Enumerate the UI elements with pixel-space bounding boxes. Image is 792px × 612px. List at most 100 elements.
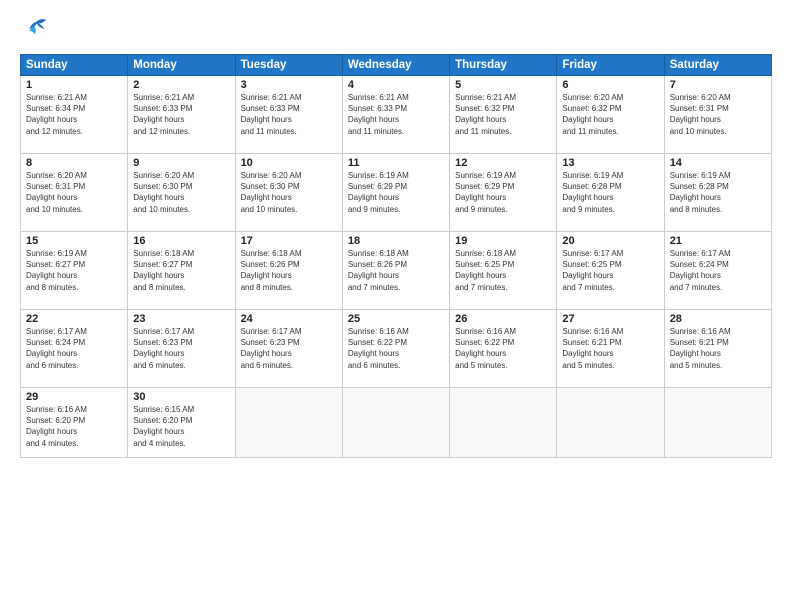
cell-details: Sunrise: 6:21 AMSunset: 6:32 PMDaylight … [455,92,551,137]
day-number: 16 [133,235,229,247]
calendar-cell: 2Sunrise: 6:21 AMSunset: 6:33 PMDaylight… [128,76,235,154]
cell-details: Sunrise: 6:21 AMSunset: 6:33 PMDaylight … [241,92,337,137]
day-header-sunday: Sunday [21,55,128,76]
cell-details: Sunrise: 6:16 AMSunset: 6:22 PMDaylight … [455,326,551,371]
day-number: 5 [455,79,551,91]
cell-details: Sunrise: 6:18 AMSunset: 6:25 PMDaylight … [455,248,551,293]
calendar-cell: 12Sunrise: 6:19 AMSunset: 6:29 PMDayligh… [450,154,557,232]
calendar-cell: 26Sunrise: 6:16 AMSunset: 6:22 PMDayligh… [450,310,557,388]
day-number: 17 [241,235,337,247]
calendar-cell: 15Sunrise: 6:19 AMSunset: 6:27 PMDayligh… [21,232,128,310]
day-number: 23 [133,313,229,325]
cell-details: Sunrise: 6:20 AMSunset: 6:31 PMDaylight … [670,92,766,137]
calendar-cell [235,388,342,458]
calendar-cell: 29Sunrise: 6:16 AMSunset: 6:20 PMDayligh… [21,388,128,458]
day-number: 24 [241,313,337,325]
calendar-cell: 3Sunrise: 6:21 AMSunset: 6:33 PMDaylight… [235,76,342,154]
header-row: SundayMondayTuesdayWednesdayThursdayFrid… [21,55,772,76]
cell-details: Sunrise: 6:19 AMSunset: 6:27 PMDaylight … [26,248,122,293]
day-number: 26 [455,313,551,325]
calendar-table: SundayMondayTuesdayWednesdayThursdayFrid… [20,54,772,458]
cell-details: Sunrise: 6:21 AMSunset: 6:33 PMDaylight … [348,92,444,137]
calendar-cell: 7Sunrise: 6:20 AMSunset: 6:31 PMDaylight… [664,76,771,154]
day-number: 21 [670,235,766,247]
calendar-cell: 28Sunrise: 6:16 AMSunset: 6:21 PMDayligh… [664,310,771,388]
cell-details: Sunrise: 6:20 AMSunset: 6:30 PMDaylight … [133,170,229,215]
calendar-cell: 21Sunrise: 6:17 AMSunset: 6:24 PMDayligh… [664,232,771,310]
day-header-tuesday: Tuesday [235,55,342,76]
calendar-cell: 10Sunrise: 6:20 AMSunset: 6:30 PMDayligh… [235,154,342,232]
calendar-cell [664,388,771,458]
day-number: 7 [670,79,766,91]
day-header-thursday: Thursday [450,55,557,76]
day-number: 6 [562,79,658,91]
cell-details: Sunrise: 6:16 AMSunset: 6:21 PMDaylight … [670,326,766,371]
calendar-cell: 6Sunrise: 6:20 AMSunset: 6:32 PMDaylight… [557,76,664,154]
day-header-wednesday: Wednesday [342,55,449,76]
day-header-saturday: Saturday [664,55,771,76]
calendar-cell [557,388,664,458]
calendar-cell: 13Sunrise: 6:19 AMSunset: 6:28 PMDayligh… [557,154,664,232]
logo-icon [20,16,48,44]
day-number: 12 [455,157,551,169]
cell-details: Sunrise: 6:17 AMSunset: 6:25 PMDaylight … [562,248,658,293]
cell-details: Sunrise: 6:15 AMSunset: 6:20 PMDaylight … [133,404,229,449]
calendar-cell [450,388,557,458]
day-number: 27 [562,313,658,325]
cell-details: Sunrise: 6:21 AMSunset: 6:34 PMDaylight … [26,92,122,137]
cell-details: Sunrise: 6:19 AMSunset: 6:28 PMDaylight … [670,170,766,215]
cell-details: Sunrise: 6:19 AMSunset: 6:29 PMDaylight … [455,170,551,215]
calendar-cell [342,388,449,458]
calendar-cell: 14Sunrise: 6:19 AMSunset: 6:28 PMDayligh… [664,154,771,232]
cell-details: Sunrise: 6:17 AMSunset: 6:24 PMDaylight … [670,248,766,293]
day-number: 10 [241,157,337,169]
day-number: 8 [26,157,122,169]
cell-details: Sunrise: 6:16 AMSunset: 6:22 PMDaylight … [348,326,444,371]
day-number: 14 [670,157,766,169]
calendar-cell: 8Sunrise: 6:20 AMSunset: 6:31 PMDaylight… [21,154,128,232]
day-number: 28 [670,313,766,325]
day-number: 2 [133,79,229,91]
calendar-week-4: 22Sunrise: 6:17 AMSunset: 6:24 PMDayligh… [21,310,772,388]
cell-details: Sunrise: 6:18 AMSunset: 6:26 PMDaylight … [241,248,337,293]
calendar-body: 1Sunrise: 6:21 AMSunset: 6:34 PMDaylight… [21,76,772,458]
day-number: 29 [26,391,122,403]
day-number: 19 [455,235,551,247]
calendar-cell: 9Sunrise: 6:20 AMSunset: 6:30 PMDaylight… [128,154,235,232]
calendar-cell: 18Sunrise: 6:18 AMSunset: 6:26 PMDayligh… [342,232,449,310]
cell-details: Sunrise: 6:17 AMSunset: 6:24 PMDaylight … [26,326,122,371]
calendar-cell: 27Sunrise: 6:16 AMSunset: 6:21 PMDayligh… [557,310,664,388]
cell-details: Sunrise: 6:21 AMSunset: 6:33 PMDaylight … [133,92,229,137]
day-number: 13 [562,157,658,169]
cell-details: Sunrise: 6:17 AMSunset: 6:23 PMDaylight … [241,326,337,371]
cell-details: Sunrise: 6:20 AMSunset: 6:31 PMDaylight … [26,170,122,215]
calendar-cell: 11Sunrise: 6:19 AMSunset: 6:29 PMDayligh… [342,154,449,232]
header [20,16,772,44]
calendar-cell: 25Sunrise: 6:16 AMSunset: 6:22 PMDayligh… [342,310,449,388]
day-number: 3 [241,79,337,91]
calendar-cell: 20Sunrise: 6:17 AMSunset: 6:25 PMDayligh… [557,232,664,310]
calendar-cell: 23Sunrise: 6:17 AMSunset: 6:23 PMDayligh… [128,310,235,388]
day-header-monday: Monday [128,55,235,76]
cell-details: Sunrise: 6:16 AMSunset: 6:21 PMDaylight … [562,326,658,371]
day-number: 22 [26,313,122,325]
calendar-cell: 17Sunrise: 6:18 AMSunset: 6:26 PMDayligh… [235,232,342,310]
calendar-cell: 30Sunrise: 6:15 AMSunset: 6:20 PMDayligh… [128,388,235,458]
page: SundayMondayTuesdayWednesdayThursdayFrid… [0,0,792,612]
cell-details: Sunrise: 6:18 AMSunset: 6:27 PMDaylight … [133,248,229,293]
calendar-cell: 24Sunrise: 6:17 AMSunset: 6:23 PMDayligh… [235,310,342,388]
calendar-cell: 19Sunrise: 6:18 AMSunset: 6:25 PMDayligh… [450,232,557,310]
day-number: 25 [348,313,444,325]
calendar-cell: 1Sunrise: 6:21 AMSunset: 6:34 PMDaylight… [21,76,128,154]
cell-details: Sunrise: 6:17 AMSunset: 6:23 PMDaylight … [133,326,229,371]
cell-details: Sunrise: 6:16 AMSunset: 6:20 PMDaylight … [26,404,122,449]
day-number: 15 [26,235,122,247]
calendar-week-2: 8Sunrise: 6:20 AMSunset: 6:31 PMDaylight… [21,154,772,232]
calendar-week-1: 1Sunrise: 6:21 AMSunset: 6:34 PMDaylight… [21,76,772,154]
cell-details: Sunrise: 6:20 AMSunset: 6:30 PMDaylight … [241,170,337,215]
cell-details: Sunrise: 6:19 AMSunset: 6:28 PMDaylight … [562,170,658,215]
day-number: 4 [348,79,444,91]
day-number: 20 [562,235,658,247]
calendar-cell: 22Sunrise: 6:17 AMSunset: 6:24 PMDayligh… [21,310,128,388]
day-number: 11 [348,157,444,169]
